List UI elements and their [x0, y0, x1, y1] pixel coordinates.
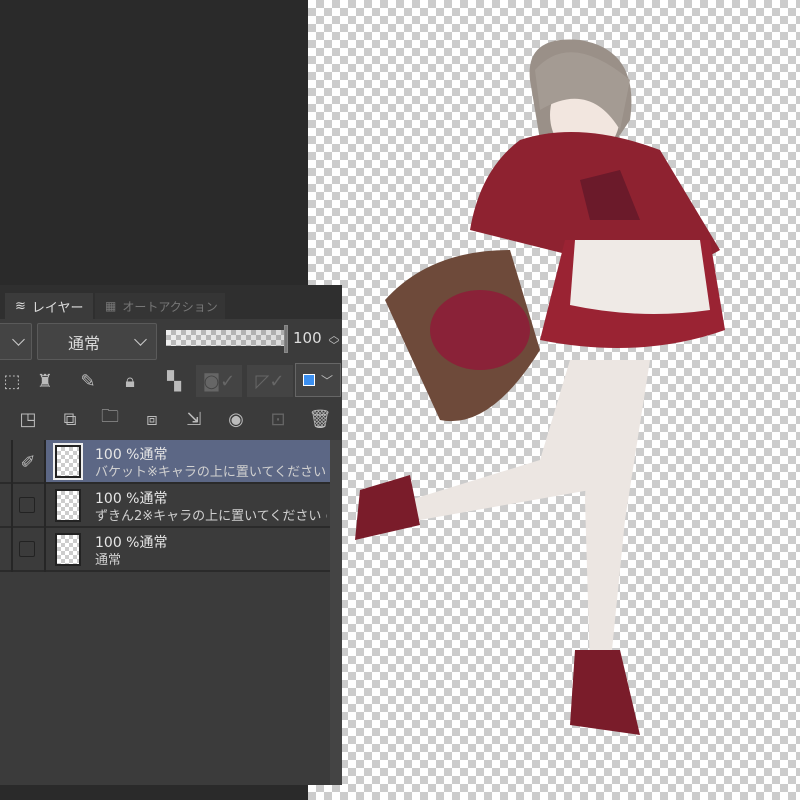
apply-mask-icon[interactable]: ⊡ — [266, 407, 290, 431]
layer-name: 通常 — [95, 553, 122, 568]
layer-thumbnail — [55, 489, 81, 522]
layer-color-button[interactable]: ﹀ — [295, 363, 341, 397]
layer-item[interactable]: ✐ 100 %通常 バケット※キャラの上に置いてください のコピー — [0, 440, 330, 484]
tab-label: レイヤー — [31, 300, 84, 316]
layer-name: ずきん2※キャラの上に置いてください のコピー — [95, 509, 327, 524]
chevron-down-icon — [134, 333, 147, 346]
blend-mode-dropdown[interactable]: 通常 — [37, 323, 157, 360]
scrollbar[interactable] — [330, 440, 342, 785]
transfer-to-lower-layer-icon[interactable]: ⧈ — [140, 407, 164, 431]
trash-icon[interactable]: 🗑︎ — [308, 407, 332, 431]
clip-lower-layer-icon[interactable]: ✎ — [76, 369, 100, 393]
combine-with-layer-below-icon[interactable]: ⇲ — [182, 407, 206, 431]
layer-thumbnail — [55, 533, 81, 566]
reference-layer-icon[interactable]: ⬚ — [0, 369, 24, 393]
opacity-value[interactable]: 100 — [293, 329, 322, 347]
chevron-down-icon: ﹀ — [320, 373, 333, 388]
lighthouse-icon[interactable]: ♜ — [33, 369, 57, 393]
clapperboard-icon: ▦ — [105, 299, 117, 313]
new-folder-icon[interactable]: 🗀︎ — [98, 406, 122, 431]
mask-toggle-icon[interactable]: ◙✓ — [196, 365, 242, 397]
lock-icon[interactable]: 🔒︎ — [118, 369, 142, 393]
opacity-spinner[interactable]: ︿ ﹀ — [322, 329, 346, 353]
blend-mode-value: 通常 — [68, 333, 101, 353]
character-illustration — [355, 39, 725, 735]
divider — [11, 528, 13, 572]
layer-mask-icon[interactable]: ◉ — [224, 407, 248, 431]
tab-label: オートアクション — [122, 299, 218, 314]
color-swatch — [302, 374, 315, 386]
new-raster-layer-icon[interactable]: ◳ — [16, 407, 40, 431]
checkbox[interactable] — [19, 541, 35, 557]
layer-color-dropdown[interactable] — [0, 323, 32, 360]
new-vector-layer-icon[interactable]: ⧉ — [58, 407, 82, 431]
layer-list: ✐ 100 %通常 バケット※キャラの上に置いてください のコピー 100 %通… — [0, 440, 330, 572]
divider — [11, 440, 13, 484]
layer-item[interactable]: 100 %通常 通常 — [0, 528, 330, 572]
tab-bar: ≋ レイヤー ▦ オートアクション — [0, 285, 342, 319]
layers-icon: ≋ — [15, 298, 26, 314]
layer-name: バケット※キャラの上に置いてください のコピー — [95, 465, 327, 480]
ruler-toggle-icon[interactable]: ◸✓ — [247, 365, 293, 397]
opacity-slider-handle[interactable] — [284, 325, 288, 353]
opacity-slider[interactable] — [166, 330, 284, 346]
chevron-down-icon — [12, 333, 25, 346]
checkbox[interactable] — [19, 497, 35, 513]
divider — [11, 484, 13, 528]
layer-item[interactable]: 100 %通常 ずきん2※キャラの上に置いてください のコピー — [0, 484, 330, 528]
layer-thumbnail — [53, 443, 83, 480]
tab-auto-action[interactable]: ▦ オートアクション — [95, 293, 225, 319]
pencil-icon: ✐ — [20, 451, 36, 473]
lock-transparency-icon[interactable]: ▚ — [162, 369, 186, 393]
tab-layer[interactable]: ≋ レイヤー — [5, 293, 93, 319]
layer-panel: ≋ レイヤー ▦ オートアクション 通常 100 ︿ ﹀ ⬚ ♜ ✎ 🔒︎ ▚ ◙… — [0, 285, 342, 785]
